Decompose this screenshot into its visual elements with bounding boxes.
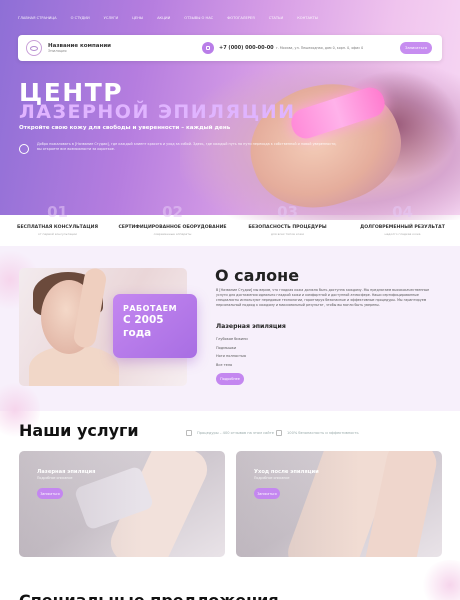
advantage-label: БЕЗОПАСНОСТЬ ПРОЦЕДУРЫ [248, 225, 327, 230]
service-sub: Подробное описание [37, 476, 73, 480]
advantage-desc: надолго гладкая кожа [384, 232, 421, 236]
hero-subtitle: Откройте свою кожу для свободы и уверенн… [19, 125, 231, 131]
nav-item-promos[interactable]: Акции [157, 16, 170, 28]
header-signup-button[interactable]: Записаться [400, 42, 432, 54]
nav-item-reviews[interactable]: Отзывы о нас [184, 16, 213, 28]
header-bar: Название компании Эпиляция +7 (000) 000-… [18, 35, 442, 61]
top-nav: Главная страница О студии Услуги Цены Ак… [0, 16, 460, 28]
about-text: В [Название Студии] мы верим, что гладка… [216, 288, 430, 307]
list-item: Подмышки [216, 345, 237, 350]
service-card-laser[interactable]: Лазерная эпиляция Подробное описание Зап… [19, 451, 225, 557]
advantage-label: ДОЛГОВРЕМЕННЫЙ РЕЗУЛЬТАТ [360, 225, 445, 230]
offers-title: Специальные предложения [19, 591, 279, 600]
about-more-button[interactable]: Подробнее [216, 373, 244, 385]
service-signup-button[interactable]: Записаться [37, 488, 63, 499]
service-name: Уход после эпиляции [254, 469, 319, 475]
advantages-row: 01 БЕСПЛАТНАЯ КОНСУЛЬТАЦИЯ от первой кон… [0, 203, 460, 239]
page: Главная страница О студии Услуги Цены Ак… [0, 0, 460, 600]
list-item: Ноги полностью [216, 354, 247, 359]
hero-title-line2: ЛАЗЕРНОЙ ЭПИЛЯЦИИ [19, 101, 296, 123]
services-title: Наши услуги [19, 421, 139, 440]
advantage-item: 02 СЕРТИФИЦИРОВАННОЕ ОБОРУДОВАНИЕ соврем… [115, 203, 230, 239]
services-meta-1: Процедуры – 400 отзывов на этом сайте [186, 430, 274, 436]
star-icon [186, 430, 192, 436]
advantage-number: 04 [392, 203, 413, 221]
advantage-label: БЕСПЛАТНАЯ КОНСУЛЬТАЦИЯ [17, 225, 98, 230]
logo-icon[interactable] [26, 40, 42, 56]
phone-icon[interactable] [202, 42, 214, 54]
advantage-number: 03 [277, 203, 298, 221]
phone-number[interactable]: +7 (000) 000-00-00 [219, 45, 274, 51]
badge-line1: РАБОТАЕМ [123, 304, 178, 313]
services-meta-2: 100% безопасность и эффективность [276, 430, 359, 436]
flower-icon [19, 144, 29, 154]
advantage-number: 02 [162, 203, 183, 221]
advantage-desc: для всех типов кожи [270, 232, 305, 236]
service-name: Лазерная эпиляция [37, 469, 96, 475]
address: г. Москва, ул. Пешеходная, дом 0, корп. … [276, 46, 364, 50]
about-title: О салоне [215, 266, 300, 285]
company-tagline: Эпиляция [48, 49, 67, 53]
meta-text: 100% безопасность и эффективность [287, 431, 359, 435]
flower-decoration [420, 560, 460, 600]
advantage-desc: современные аппараты [153, 232, 192, 236]
advantage-desc: от первой консультации [37, 232, 77, 236]
shield-icon [276, 430, 282, 436]
years-badge: РАБОТАЕМ С 2005 года [113, 294, 197, 358]
nav-item-about[interactable]: О студии [71, 16, 90, 28]
list-item: Все тело [216, 363, 233, 368]
advantage-number: 01 [47, 203, 68, 221]
nav-item-prices[interactable]: Цены [132, 16, 143, 28]
advantage-item: 04 ДОЛГОВРЕМЕННЫЙ РЕЗУЛЬТАТ надолго глад… [345, 203, 460, 239]
nav-item-gallery[interactable]: Фотогалерея [227, 16, 255, 28]
about-subtitle: Лазерная эпиляция [216, 323, 286, 330]
brand: Название компании Эпиляция [48, 43, 111, 53]
badge-line2: С 2005 [123, 314, 164, 326]
nav-item-home[interactable]: Главная страница [18, 16, 57, 28]
badge-line3: года [123, 327, 152, 339]
nav-item-contacts[interactable]: Контакты [297, 16, 318, 28]
nav-item-articles[interactable]: Статьи [269, 16, 284, 28]
card-shade [19, 451, 225, 557]
service-sub: Подробное описание [254, 476, 290, 480]
advantage-label: СЕРТИФИЦИРОВАННОЕ ОБОРУДОВАНИЕ [118, 225, 227, 230]
nav-item-services[interactable]: Услуги [104, 16, 118, 28]
service-card-aftercare[interactable]: Уход после эпиляции Подробное описание З… [236, 451, 442, 557]
card-shade [236, 451, 442, 557]
advantage-item: 01 БЕСПЛАТНАЯ КОНСУЛЬТАЦИЯ от первой кон… [0, 203, 115, 239]
hero-note: Добро пожаловать в [Название Студии], гд… [37, 142, 337, 151]
service-signup-button[interactable]: Записаться [254, 488, 280, 499]
zones-list: Глубокое бикини Подмышки Ноги полностью … [216, 337, 248, 372]
list-item: Глубокое бикини [216, 337, 248, 341]
advantage-item: 03 БЕЗОПАСНОСТЬ ПРОЦЕДУРЫ для всех типов… [230, 203, 345, 239]
meta-text: Процедуры – 400 отзывов на этом сайте [197, 431, 274, 435]
